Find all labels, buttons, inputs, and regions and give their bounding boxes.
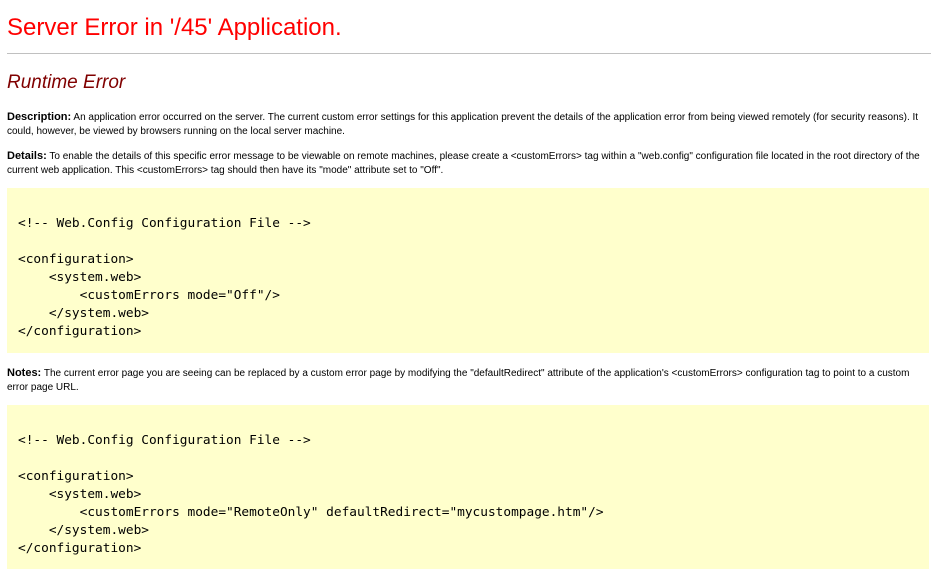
details-paragraph: Details: To enable the details of this s… bbox=[7, 150, 929, 177]
notes-text: The current error page you are seeing ca… bbox=[7, 368, 910, 393]
details-label: Details: bbox=[7, 150, 47, 162]
description-label: Description: bbox=[7, 111, 72, 123]
error-page: Server Error in '/45' Application. Runti… bbox=[0, 0, 935, 573]
notes-paragraph: Notes: The current error page you are se… bbox=[7, 367, 929, 394]
config-code-block-off: <!-- Web.Config Configuration File --> <… bbox=[7, 188, 929, 353]
config-code-block-remoteonly: <!-- Web.Config Configuration File --> <… bbox=[7, 405, 929, 569]
page-subtitle: Runtime Error bbox=[7, 72, 126, 93]
config-code-remoteonly: <!-- Web.Config Configuration File --> <… bbox=[18, 433, 604, 556]
description-paragraph: Description: An application error occurr… bbox=[7, 111, 929, 138]
page-title: Server Error in '/45' Application. bbox=[7, 14, 342, 41]
notes-label: Notes: bbox=[7, 367, 42, 379]
description-text: An application error occurred on the ser… bbox=[7, 112, 919, 137]
details-text: To enable the details of this specific e… bbox=[7, 151, 920, 176]
config-code-off: <!-- Web.Config Configuration File --> <… bbox=[18, 216, 311, 339]
divider bbox=[7, 53, 931, 54]
